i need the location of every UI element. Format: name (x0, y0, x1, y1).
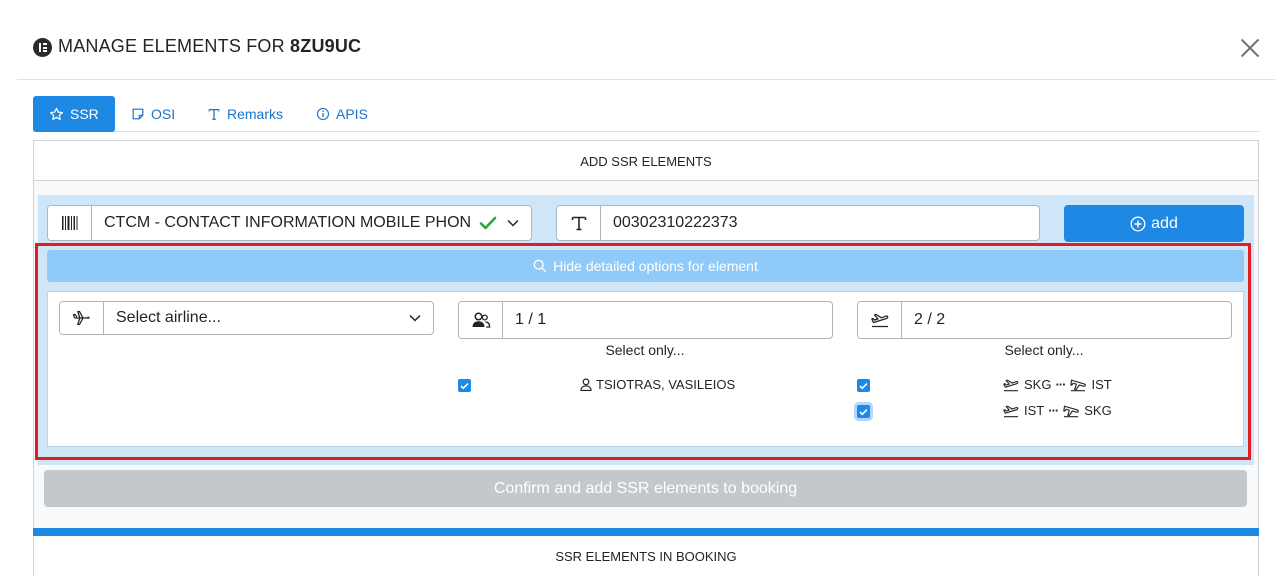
search-icon (533, 259, 547, 273)
tab-apis-label: APIS (336, 106, 368, 122)
segment-select-only: Select only... (1004, 342, 1084, 358)
add-button[interactable]: add (1064, 205, 1244, 242)
plus-circle-icon (1130, 216, 1146, 231)
users-icon (459, 302, 503, 338)
chevron-down-icon (507, 219, 519, 227)
tab-ssr[interactable]: SSR (33, 96, 115, 132)
hide-options-button[interactable]: Hide detailed options for element (47, 250, 1244, 282)
ssr-text-field[interactable]: 00302310222373 (556, 205, 1040, 241)
ellipsis-icon: ··· (1048, 403, 1059, 418)
booking-reference: 8ZU9UC (290, 36, 362, 56)
tab-ssr-label: SSR (70, 106, 99, 122)
check-icon (479, 216, 497, 230)
barcode-icon (48, 206, 92, 240)
section-divider (33, 528, 1259, 536)
tab-remarks-label: Remarks (227, 106, 284, 122)
airline-select[interactable]: Select airline... (59, 301, 434, 335)
element-tabs: SSR OSI Remarks APIS (33, 96, 1259, 132)
add-button-label: add (1151, 214, 1178, 232)
segment-checkbox[interactable] (857, 405, 870, 418)
segment-destination: SKG (1084, 403, 1112, 418)
airplane-departure-icon (858, 302, 902, 338)
segment-count: 2 / 2 (914, 311, 946, 328)
segment-destination: IST (1091, 377, 1112, 392)
ssr-text-value: 00302310222373 (613, 214, 738, 231)
confirm-add-button[interactable]: Confirm and add SSR elements to booking (44, 470, 1247, 507)
passenger-select-only: Select only... (605, 342, 685, 358)
hide-options-label: Hide detailed options for element (553, 258, 758, 274)
checkmark-icon (859, 382, 868, 389)
text-icon (208, 109, 220, 120)
passenger-checkbox[interactable] (458, 379, 471, 392)
close-icon[interactable] (1240, 38, 1260, 58)
tab-osi[interactable]: OSI (131, 96, 175, 132)
star-icon (49, 107, 64, 120)
checkmark-icon (859, 408, 868, 415)
modal-title-prefix: MANAGE ELEMENTS FOR (58, 36, 285, 56)
passenger-count: 1 / 1 (515, 311, 547, 328)
tab-osi-label: OSI (151, 106, 176, 122)
passenger-selector[interactable]: 1 / 1 (458, 301, 833, 339)
segment-origin: SKG (1024, 377, 1052, 392)
text-icon (557, 206, 601, 240)
chevron-down-icon (409, 314, 421, 322)
checkmark-icon (460, 382, 469, 389)
modal-title: MANAGE ELEMENTS FOR 8ZU9UC (58, 36, 361, 57)
header-divider (17, 79, 1275, 80)
tab-remarks[interactable]: Remarks (207, 96, 283, 132)
ssr-type-select[interactable]: CTCM - CONTACT INFORMATION MOBILE PHONE … (47, 205, 532, 241)
airline-placeholder: Select airline... (116, 309, 221, 326)
note-icon (132, 108, 144, 120)
add-ssr-title: ADD SSR ELEMENTS (34, 141, 1258, 181)
segment-item: SKG ··· IST (1002, 377, 1112, 392)
elementor-icon (33, 38, 52, 57)
info-icon (316, 107, 330, 121)
airplane-icon (60, 302, 104, 334)
segment-selector[interactable]: 2 / 2 (857, 301, 1232, 339)
modal-header: MANAGE ELEMENTS FOR 8ZU9UC (0, 0, 1288, 80)
tab-apis[interactable]: APIS (316, 96, 368, 132)
segment-origin: IST (1024, 403, 1045, 418)
airplane-departure-icon (1003, 405, 1019, 417)
user-icon (580, 378, 592, 391)
airplane-arrival-icon (1070, 379, 1087, 391)
booking-ssr-title: SSR ELEMENTS IN BOOKING (33, 536, 1259, 576)
passenger-item: TSIOTRAS, VASILEIOS (580, 377, 735, 392)
passenger-name: TSIOTRAS, VASILEIOS (596, 377, 736, 392)
segment-item: IST ··· SKG (1002, 403, 1112, 418)
segment-checkbox[interactable] (857, 379, 870, 392)
airplane-arrival-icon (1063, 405, 1080, 417)
ellipsis-icon: ··· (1055, 377, 1066, 392)
ssr-type-value: CTCM - CONTACT INFORMATION MOBILE PHONE … (104, 214, 471, 231)
airplane-departure-icon (1003, 379, 1019, 391)
